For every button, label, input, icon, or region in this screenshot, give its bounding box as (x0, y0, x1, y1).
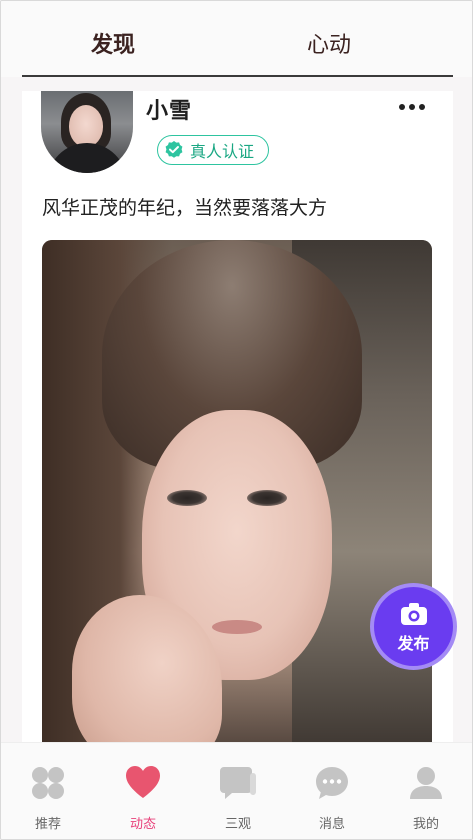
nav-label-moments: 动态 (129, 817, 156, 832)
nav-item-messages[interactable]: 消息 (297, 765, 367, 835)
app-frame: 发现 心动 小雪 真人认证 风华正茂的年纪，当然要落落大方 发布 推荐 动态 三… (0, 0, 473, 840)
publish-label: 发布 (397, 633, 430, 653)
grid-icon (32, 767, 64, 799)
nav-label-views: 三观 (224, 817, 251, 832)
verified-label: 真人认证 (190, 142, 255, 161)
nav-label-recommend: 推荐 (34, 817, 61, 832)
nav-item-views[interactable]: 三观 (203, 765, 273, 835)
verified-badge: 真人认证 (157, 135, 269, 165)
verified-check-icon (165, 141, 183, 158)
tab-discover[interactable]: 发现 (53, 29, 173, 63)
username[interactable]: 小雪 (146, 93, 192, 125)
nav-item-recommend[interactable]: 推荐 (13, 765, 83, 835)
chat-square-icon (220, 767, 256, 799)
avatar-face (69, 105, 103, 147)
photo-eye-right (247, 490, 287, 506)
post-text: 风华正茂的年纪，当然要落落大方 (42, 197, 328, 219)
photo-eye-left (167, 490, 207, 506)
nav-label-messages: 消息 (318, 817, 345, 832)
avatar-shirt (47, 143, 127, 173)
tab-divider (22, 75, 453, 77)
nav-item-me[interactable]: 我的 (391, 765, 461, 835)
heart-icon (126, 766, 160, 798)
person-icon (410, 767, 442, 799)
message-bubble-icon (316, 767, 348, 799)
camera-icon (400, 602, 427, 625)
post-photo[interactable] (42, 240, 432, 742)
nav-item-moments[interactable]: 动态 (108, 765, 178, 835)
avatar[interactable] (41, 91, 133, 173)
publish-button[interactable]: 发布 (374, 587, 453, 666)
nav-label-me: 我的 (412, 817, 439, 832)
more-options-icon[interactable] (398, 103, 426, 111)
top-tab-bar: 发现 心动 (1, 1, 472, 77)
tab-heartbeat[interactable]: 心动 (269, 29, 389, 63)
photo-lips (212, 620, 262, 634)
bottom-nav: 推荐 动态 三观 消息 我的 (1, 742, 472, 839)
